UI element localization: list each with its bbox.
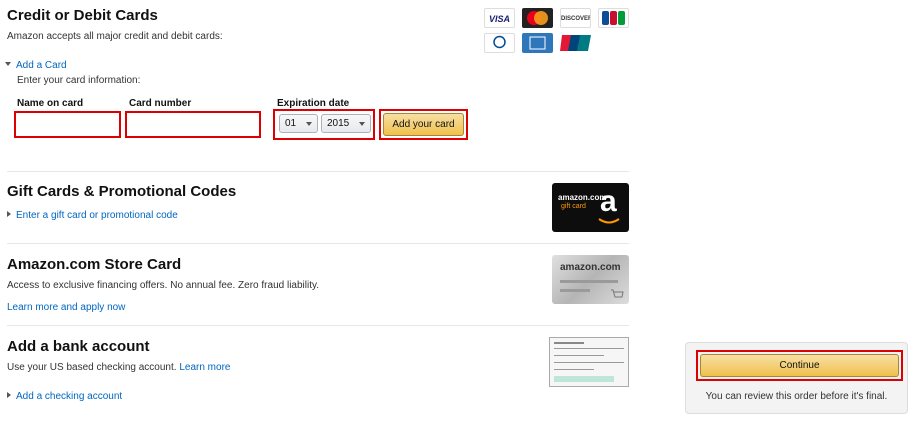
unionpay-logo [560,33,591,53]
check-line [554,362,624,363]
gift-card-sub: gift card [561,203,586,210]
card-brand-logos: VISA DISCOVER [484,8,630,54]
expiration-year-select[interactable]: 2015 [321,114,371,133]
section-subtitle: Access to exclusive financing offers. No… [7,280,320,291]
name-on-card-input[interactable] [14,111,121,138]
continue-box: Continue You can review this order befor… [685,342,908,414]
section-title: Gift Cards & Promotional Codes [7,183,237,200]
card-name-strip [560,289,590,292]
checking-account-link[interactable]: Add a checking account [16,391,122,402]
discover-logo: DISCOVER [560,8,591,28]
check-line [554,369,594,370]
card-number-input[interactable] [125,111,261,138]
chevron-down-icon [359,122,365,126]
gift-card-toggle[interactable]: Enter a gift card or promotional code [7,205,178,223]
add-card-highlight: Add your card [379,109,468,140]
amazon-smile-icon [598,218,620,224]
learn-more-link[interactable]: Learn more [179,362,230,373]
continue-button[interactable]: Continue [700,354,899,377]
expiration-date-group: 01 2015 [273,109,375,140]
card-number-label: Card number [129,98,192,109]
check-line [554,348,624,349]
jcb-icon [602,11,625,25]
divider [7,171,629,172]
add-card-toggle[interactable]: Add a Card [5,55,67,73]
card-number-strip [560,280,618,283]
amex-logo [522,33,553,53]
check-image [549,337,629,387]
store-card-brand: amazon.com [560,262,621,273]
enter-info-text: Enter your card information: [17,75,141,86]
section-subtitle: Use your US based checking account. Lear… [7,361,629,374]
continue-highlight: Continue [696,350,903,381]
review-note: You can review this order before it's fi… [705,391,888,402]
check-line [554,355,604,356]
gift-card-image: amazon.com gift card a [552,183,629,232]
store-card-section: Amazon.com Store Card Access to exclusiv… [7,256,629,292]
add-card-link[interactable]: Add a Card [16,60,67,71]
store-card-link[interactable]: Learn more and apply now [7,301,125,314]
bank-subtitle-text: Use your US based checking account. [7,362,177,373]
month-value: 01 [285,118,297,129]
expiration-date-label: Expiration date [277,98,350,109]
gift-card-section: Gift Cards & Promotional Codes [7,183,629,201]
expiration-month-select[interactable]: 01 [279,114,318,133]
section-title: Add a bank account [7,338,150,355]
add-your-card-button[interactable]: Add your card [383,113,464,136]
mastercard-icon [527,11,548,25]
triangle-right-icon [7,391,11,398]
gift-card-link[interactable]: Enter a gift card or promotional code [16,210,178,221]
checking-account-toggle[interactable]: Add a checking account [7,386,122,404]
divider [7,243,629,244]
year-value: 2015 [327,118,350,129]
amex-icon [529,36,546,50]
diners-club-logo [484,33,515,53]
triangle-right-icon [7,210,11,217]
name-on-card-label: Name on card [17,98,84,109]
bank-account-section: Add a bank account Use your US based che… [7,338,629,374]
store-card-image: amazon.com [552,255,629,304]
unionpay-icon [560,35,591,51]
visa-logo: VISA [484,8,515,28]
divider [7,325,629,326]
section-title: Amazon.com Store Card [7,256,182,273]
check-line [554,342,584,344]
check-routing-strip [554,376,614,382]
amazon-a-logo: a [600,185,617,218]
diners-club-icon [493,35,506,49]
jcb-logo [598,8,629,28]
cart-icon [611,289,624,298]
chevron-down-icon [306,122,312,126]
mastercard-logo [522,8,553,28]
triangle-down-icon [5,61,11,66]
